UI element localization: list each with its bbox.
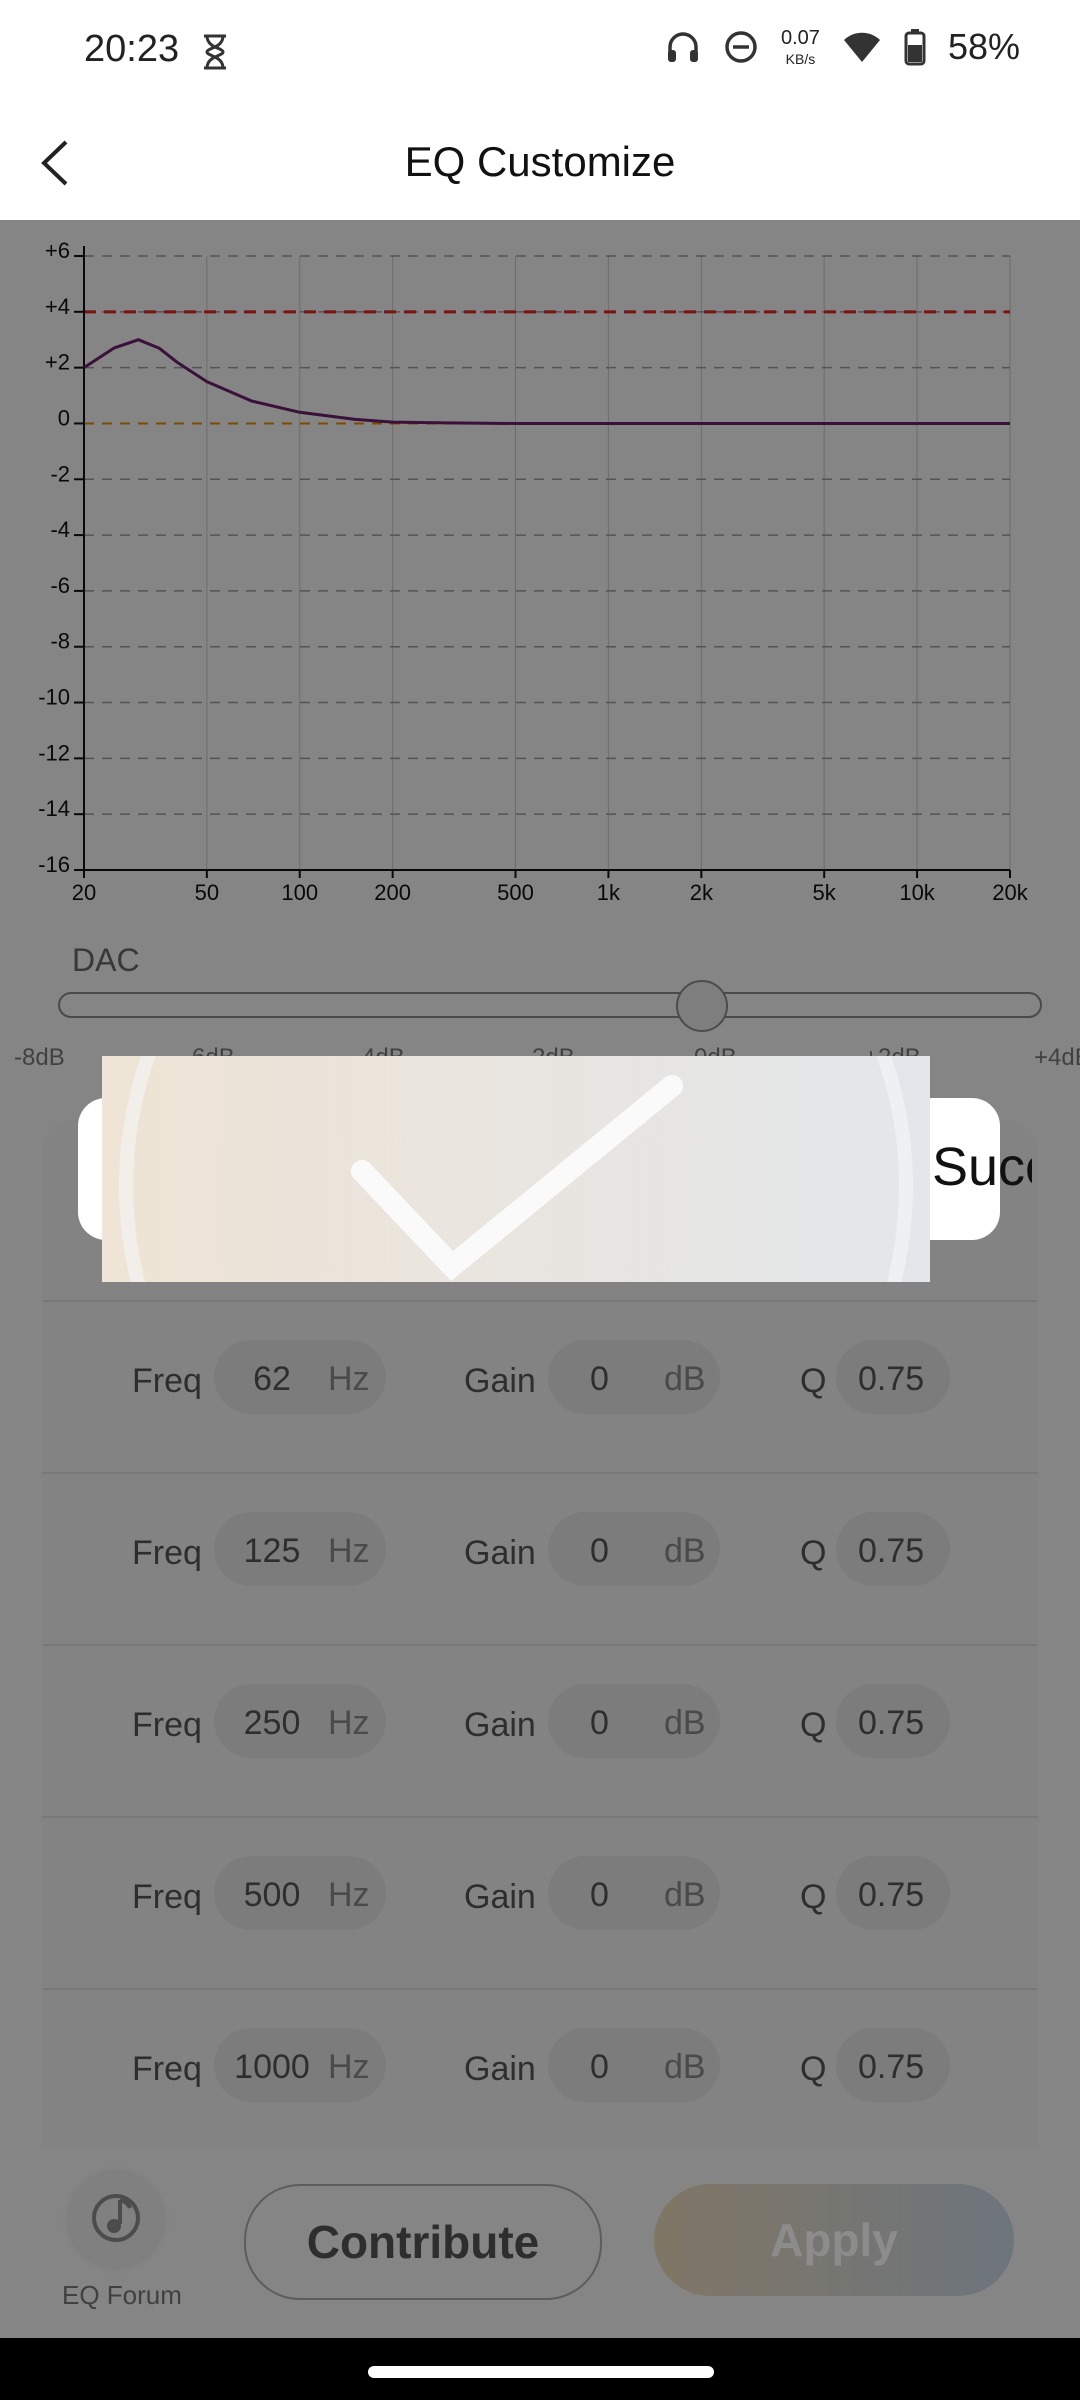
page-title: EQ Customize (404, 138, 676, 185)
toast-image (102, 1056, 930, 1282)
battery-percent: 58% (947, 26, 1020, 67)
status-time: 20:23 (84, 28, 180, 70)
home-gesture-handle[interactable] (368, 2366, 714, 2378)
hourglass-icon (204, 34, 226, 70)
system-nav-bar (0, 2338, 1080, 2400)
do-not-disturb-icon (725, 31, 757, 63)
battery-icon (904, 29, 926, 66)
wifi-icon (843, 32, 880, 62)
status-bar: 20:23 0.07 KB/s 58% (0, 0, 1080, 100)
toast-message: Succ (932, 1137, 1032, 1197)
headphones-icon (668, 32, 698, 62)
network-speed: 0.07 KB/s (781, 27, 820, 67)
checkmark-icon (119, 1056, 913, 1282)
app-bar: EQ Customize (0, 100, 1080, 220)
